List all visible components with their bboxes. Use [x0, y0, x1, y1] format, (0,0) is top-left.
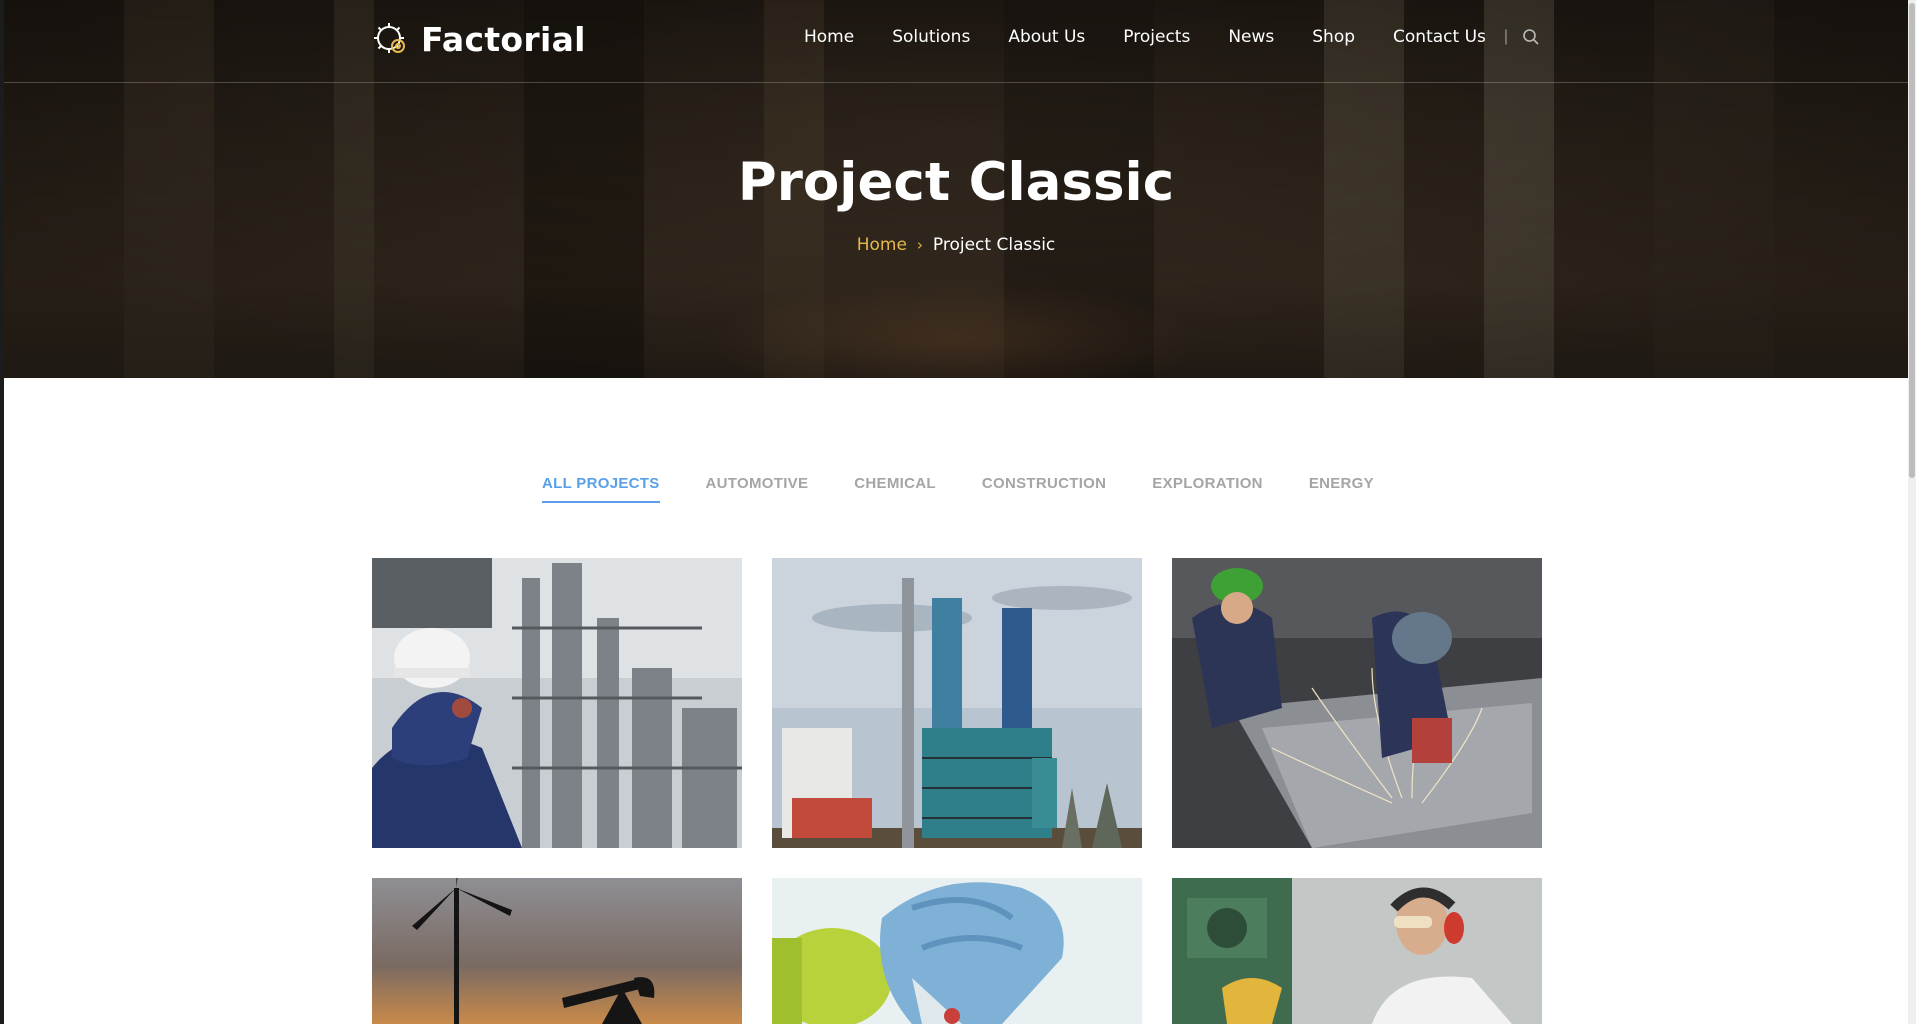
- chemical-plant-image: [772, 558, 1142, 848]
- page-scrollbar[interactable]: [1908, 0, 1916, 1024]
- breadcrumb-current: Project Classic: [932, 235, 1056, 255]
- nav-about-us[interactable]: About Us: [1008, 27, 1085, 47]
- page-header-hero: Factorial Home Solutions About Us Projec…: [4, 0, 1908, 378]
- project-card-welding[interactable]: [1172, 558, 1542, 848]
- nav-solutions[interactable]: Solutions: [892, 27, 970, 47]
- main-menu: Home Solutions About Us Projects News Sh…: [804, 27, 1540, 47]
- wind-turbine-oil-pump-image: [372, 878, 742, 1024]
- scrollbar-thumb[interactable]: [1909, 3, 1915, 478]
- nav-projects[interactable]: Projects: [1123, 27, 1190, 47]
- project-card-laboratory[interactable]: [772, 878, 1142, 1024]
- breadcrumb-separator: ›: [916, 236, 923, 254]
- project-card-refinery[interactable]: [372, 558, 742, 848]
- search-icon[interactable]: [1522, 28, 1540, 46]
- project-card-energy[interactable]: [372, 878, 742, 1024]
- filter-energy[interactable]: ENERGY: [1309, 475, 1374, 503]
- project-card-chemical-plant[interactable]: [772, 558, 1142, 848]
- filter-exploration[interactable]: EXPLORATION: [1152, 475, 1263, 503]
- site-logo[interactable]: Factorial: [371, 18, 586, 60]
- breadcrumb: Home › Project Classic: [4, 235, 1908, 255]
- filter-automotive[interactable]: AUTOMOTIVE: [706, 475, 809, 503]
- drill-press-worker-image: [1172, 878, 1542, 1024]
- gear-logo-icon: [374, 23, 405, 53]
- welders-image: [1172, 558, 1542, 848]
- window-edge: [0, 0, 4, 1024]
- filter-construction[interactable]: CONSTRUCTION: [982, 475, 1106, 503]
- page-title: Project Classic: [737, 152, 1175, 213]
- project-filter-tabs: ALL PROJECTS AUTOMOTIVE CHEMICAL CONSTRU…: [0, 475, 1916, 503]
- nav-home[interactable]: Home: [804, 27, 854, 47]
- nav-separator: |: [1503, 28, 1509, 45]
- breadcrumb-home-link[interactable]: Home: [857, 235, 907, 255]
- refinery-engineer-image: [372, 558, 742, 848]
- nav-news[interactable]: News: [1228, 27, 1274, 47]
- lab-flask-image: [772, 878, 1142, 1024]
- project-card-drilling[interactable]: [1172, 878, 1542, 1024]
- filter-chemical[interactable]: CHEMICAL: [854, 475, 936, 503]
- top-navigation-bar: Factorial Home Solutions About Us Projec…: [4, 0, 1908, 83]
- nav-contact-us[interactable]: Contact Us: [1393, 27, 1486, 47]
- filter-all-projects[interactable]: ALL PROJECTS: [542, 475, 660, 503]
- brand-name: Factorial: [421, 19, 586, 59]
- nav-shop[interactable]: Shop: [1312, 27, 1355, 47]
